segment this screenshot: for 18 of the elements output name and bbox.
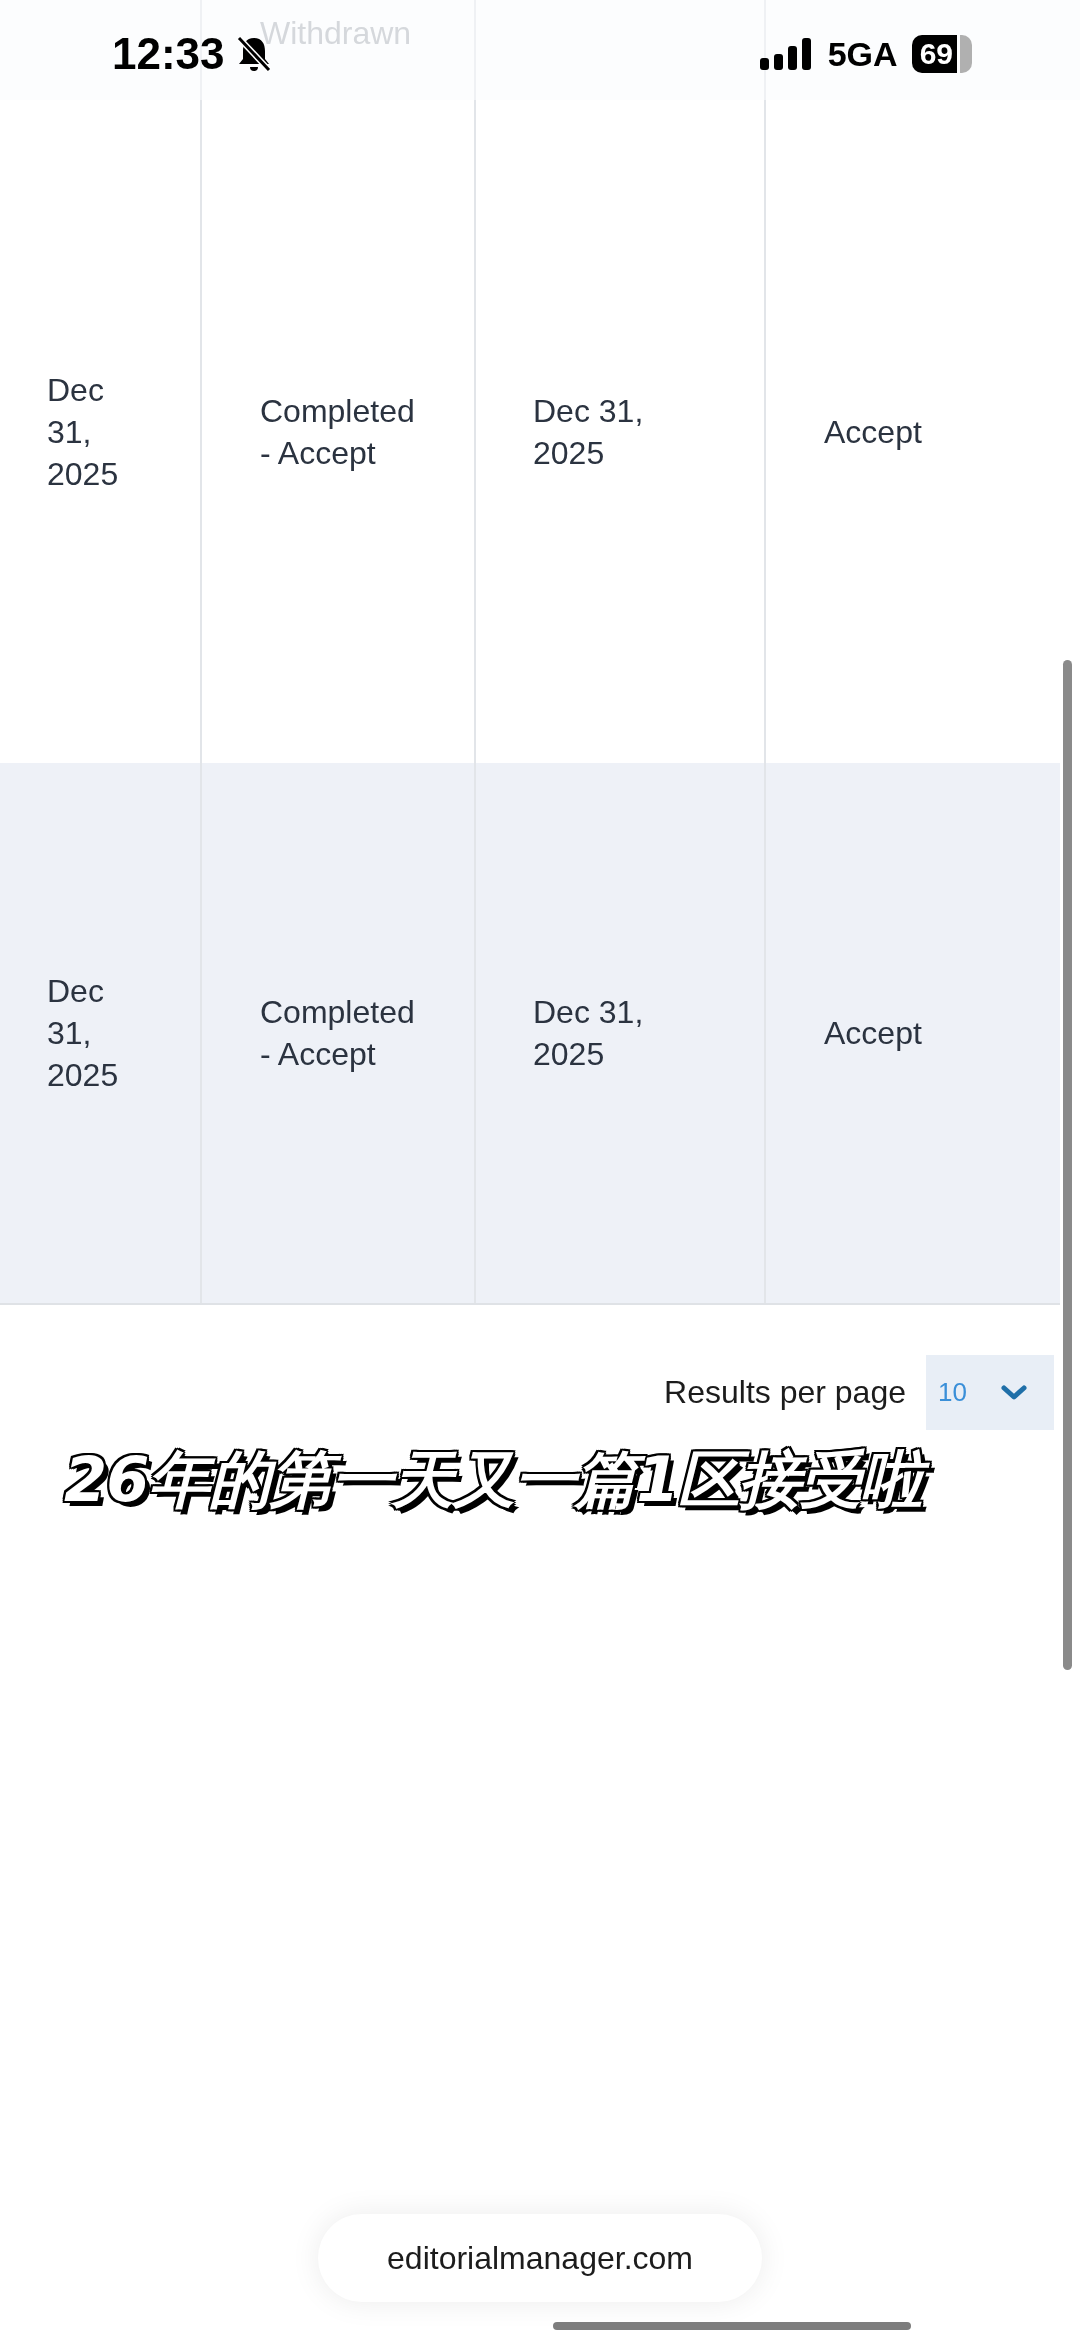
table-cell-text: Dec 31, 2025 [533, 391, 645, 473]
table-cell-text: Dec 31, 2025 [47, 972, 120, 1095]
scrollbar[interactable] [1063, 660, 1072, 1670]
table-cell-text: Dec 31, 2025 [47, 370, 120, 494]
network-label: 5GA [827, 34, 898, 74]
table-cell-text: Dec 31, 2025 [533, 993, 645, 1074]
home-indicator[interactable] [553, 2322, 911, 2330]
table-cell-text: Completed - Accept [260, 993, 416, 1074]
address-bar[interactable]: editorialmanager.com [318, 2214, 762, 2302]
video-caption: 26年的第一天又一篇1区接受啦 [56, 1436, 937, 1532]
chevron-down-icon [1000, 1384, 1027, 1401]
table-cell-text: Completed - Accept [260, 391, 416, 473]
table-cell-text: Accept [824, 412, 922, 452]
results-per-page-label: Results per page [664, 1374, 906, 1411]
status-time: 12:33 [112, 29, 225, 79]
battery-indicator: 69 [911, 35, 972, 73]
table-cell-text: Accept [824, 1014, 922, 1053]
signal-icon [759, 36, 814, 72]
